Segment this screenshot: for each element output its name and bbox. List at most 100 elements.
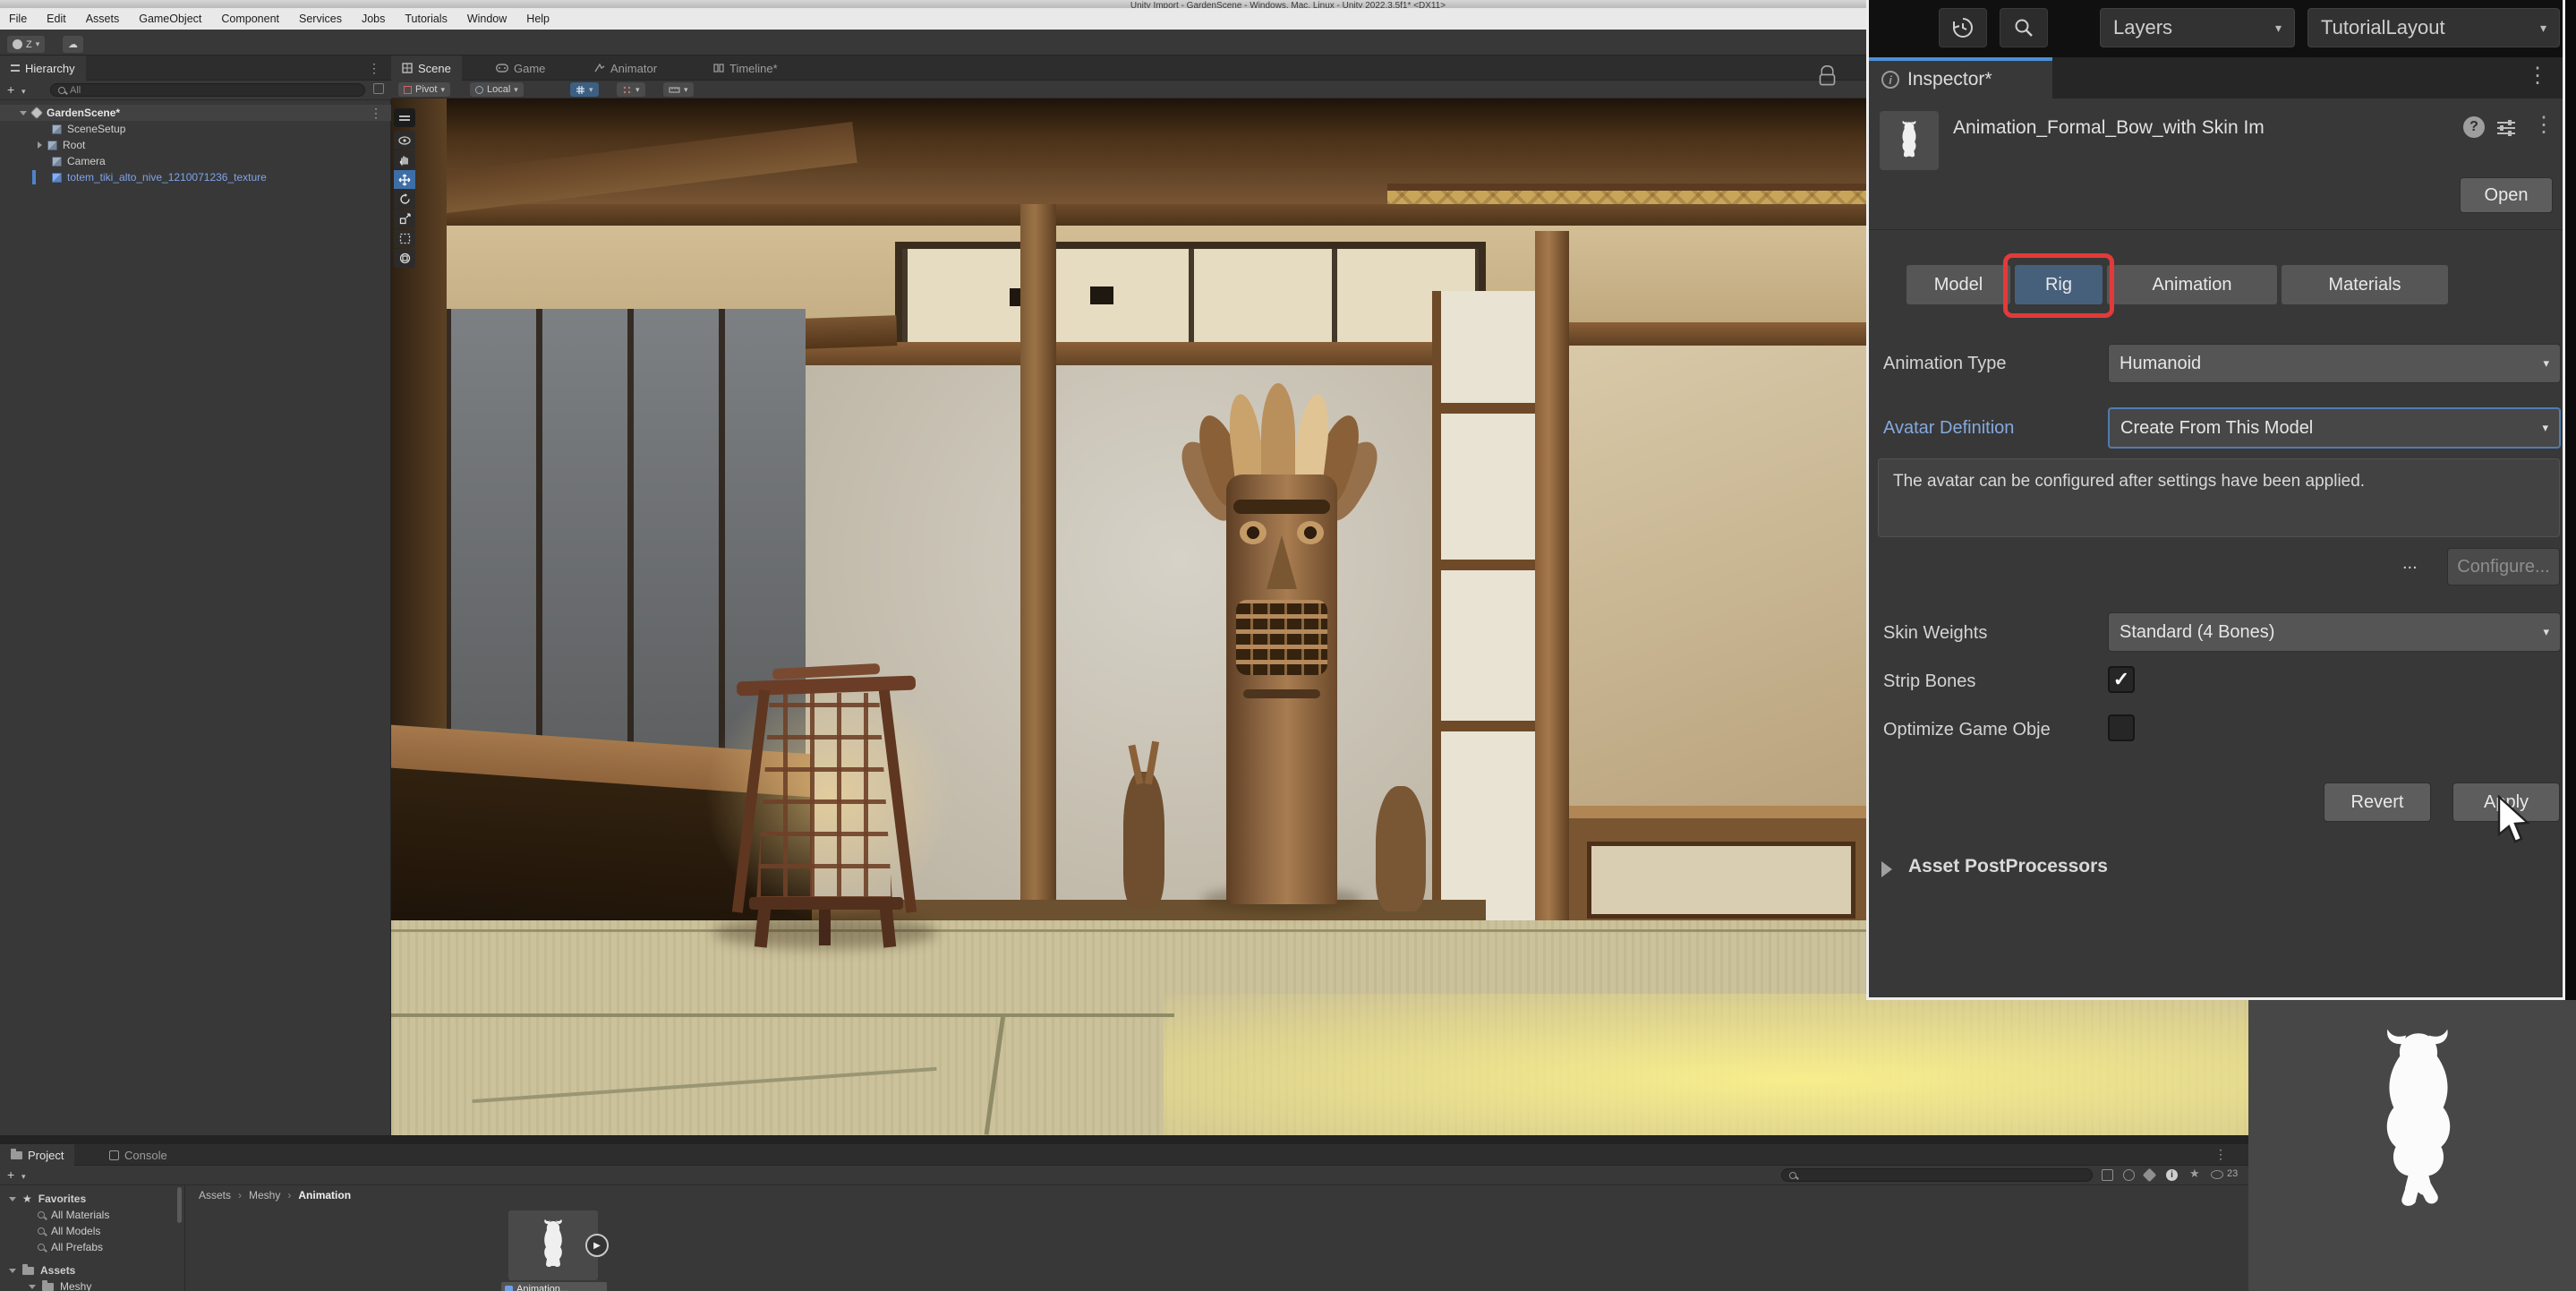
avatar-more-button[interactable]: ...: [2402, 553, 2418, 574]
hierarchy-item-scenesetup[interactable]: SceneSetup: [52, 121, 125, 137]
tab-animator[interactable]: Animator: [584, 56, 668, 81]
lock-icon[interactable]: [1820, 74, 1836, 86]
hierarchy-item-root[interactable]: Root: [38, 137, 85, 153]
avatar-definition-dropdown[interactable]: Create From This Model ▾: [2108, 407, 2561, 449]
breadcrumb-animation[interactable]: Animation: [298, 1189, 351, 1201]
menu-item-tutorials[interactable]: Tutorials: [405, 13, 447, 25]
view-tool-button[interactable]: [394, 131, 415, 150]
menu-item-help[interactable]: Help: [526, 13, 550, 25]
snap-increment-toggle[interactable]: ▾: [617, 82, 645, 97]
foldout-open-icon[interactable]: [20, 111, 27, 115]
account-button[interactable]: Z ▾: [7, 36, 45, 53]
tab-game[interactable]: Game: [485, 56, 556, 81]
kebab-menu-icon[interactable]: ⋮: [2214, 1148, 2227, 1160]
local-toggle[interactable]: Local ▾: [470, 82, 524, 97]
chevron-down-icon: ▾: [36, 39, 40, 49]
tool-settings-toggle[interactable]: ▾: [663, 82, 694, 97]
favorites-item-all-models[interactable]: All Models: [38, 1223, 100, 1239]
breadcrumb-meshy[interactable]: Meshy: [249, 1189, 280, 1201]
eye-icon[interactable]: [2211, 1170, 2223, 1179]
hand-tool-button[interactable]: [394, 150, 415, 169]
favorites-item-all-prefabs[interactable]: All Prefabs: [38, 1239, 103, 1255]
undo-history-button[interactable]: [1939, 8, 1987, 47]
menu-item-jobs[interactable]: Jobs: [362, 13, 385, 25]
tree-scrollbar[interactable]: [177, 1187, 182, 1223]
optimize-game-objects-checkbox[interactable]: [2108, 714, 2135, 741]
tab-console[interactable]: Console: [98, 1144, 178, 1166]
presets-icon[interactable]: [2495, 118, 2517, 138]
add-object-button[interactable]: +: [7, 82, 14, 97]
open-button[interactable]: Open: [2460, 177, 2553, 213]
foldout-closed-icon[interactable]: [1881, 861, 1892, 877]
kebab-menu-icon[interactable]: ⋮: [2527, 65, 2548, 87]
layout-dropdown[interactable]: TutorialLayout ▾: [2307, 8, 2560, 47]
skin-weights-label: Skin Weights: [1883, 623, 1987, 644]
rotate-tool-button[interactable]: [394, 190, 415, 209]
menu-item-services[interactable]: Services: [299, 13, 342, 25]
folder-assets[interactable]: Assets: [9, 1262, 75, 1278]
help-icon[interactable]: ?: [2463, 116, 2485, 138]
kebab-menu-icon[interactable]: ⋮: [2533, 115, 2555, 136]
favorites-label: Favorites: [38, 1193, 86, 1205]
search-by-type-icon[interactable]: [2123, 1169, 2135, 1181]
overlay-handle[interactable]: [394, 108, 415, 127]
configure-button[interactable]: Configure...: [2447, 548, 2560, 586]
folder-meshy[interactable]: Meshy: [29, 1278, 91, 1291]
tab-model[interactable]: Model: [1906, 265, 2010, 304]
grid-snap-toggle[interactable]: ▾: [570, 82, 599, 97]
kebab-menu-icon[interactable]: ⋮: [368, 62, 380, 74]
hierarchy-item-gardenscene[interactable]: GardenScene* ⋮: [0, 105, 391, 121]
hierarchy-item-camera[interactable]: Camera: [52, 153, 106, 169]
menu-item-assets[interactable]: Assets: [86, 13, 120, 25]
project-search-input[interactable]: [1781, 1168, 2093, 1182]
move-tool-button[interactable]: [394, 170, 415, 189]
search-by-label-icon[interactable]: [2143, 1168, 2157, 1183]
gameobject-icon: [52, 124, 62, 134]
global-search-button[interactable]: [2000, 8, 2048, 47]
asset-label[interactable]: Animation...: [501, 1282, 607, 1291]
rect-tool-button[interactable]: [394, 229, 415, 248]
favorites-foldout[interactable]: ★ Favorites: [9, 1191, 86, 1207]
cloud-services-button[interactable]: ☁: [63, 36, 83, 53]
scale-tool-button[interactable]: [394, 209, 415, 228]
asset-postprocessors-foldout[interactable]: Asset PostProcessors: [1908, 856, 2108, 877]
tab-hierarchy[interactable]: Hierarchy: [0, 56, 86, 81]
foldout-closed-icon[interactable]: [38, 141, 42, 149]
rotate-icon: [399, 193, 411, 205]
transform-tool-button[interactable]: [394, 249, 415, 268]
layers-dropdown[interactable]: Layers ▾: [2100, 8, 2295, 47]
menu-item-file[interactable]: File: [9, 13, 27, 25]
tab-animation[interactable]: Animation: [2107, 265, 2277, 304]
tab-materials[interactable]: Materials: [2282, 265, 2448, 304]
skin-weights-dropdown[interactable]: Standard (4 Bones) ▾: [2108, 612, 2561, 652]
favorites-item-all-materials[interactable]: All Materials: [38, 1207, 109, 1223]
menu-item-window[interactable]: Window: [467, 13, 507, 25]
menu-item-gameobject[interactable]: GameObject: [139, 13, 201, 25]
tab-timeline[interactable]: Timeline*: [703, 56, 789, 81]
menu-item-edit[interactable]: Edit: [47, 13, 66, 25]
create-asset-caret-icon[interactable]: ▾: [21, 1172, 26, 1182]
strip-bones-checkbox[interactable]: ✓: [2108, 666, 2135, 693]
tab-scene[interactable]: Scene: [391, 56, 462, 81]
pivot-toggle[interactable]: Pivot ▾: [398, 82, 450, 97]
favorites-filter-icon[interactable]: ★: [2189, 1167, 2200, 1181]
search-icon: [38, 1244, 45, 1251]
breadcrumb-assets[interactable]: Assets: [199, 1189, 231, 1201]
asset-play-button[interactable]: ▶: [585, 1234, 609, 1257]
revert-button[interactable]: Revert: [2324, 782, 2431, 822]
add-object-caret-icon[interactable]: ▾: [21, 87, 26, 97]
search-in-assets-icon[interactable]: [2102, 1169, 2113, 1181]
info-icon[interactable]: i: [2166, 1169, 2178, 1181]
tab-inspector[interactable]: i Inspector*: [1869, 57, 2052, 98]
asset-thumbnail[interactable]: ▶: [508, 1210, 598, 1280]
kebab-menu-icon[interactable]: ⋮: [370, 107, 382, 119]
hierarchy-item-totem[interactable]: totem_tiki_alto_nive_1210071236_texture: [52, 169, 267, 185]
create-asset-button[interactable]: +: [7, 1167, 14, 1182]
tab-project[interactable]: Project: [0, 1144, 74, 1166]
animation-type-dropdown[interactable]: Humanoid ▾: [2108, 344, 2561, 383]
panel-divider[interactable]: [0, 1135, 2576, 1144]
transom-handle: [1090, 286, 1113, 304]
hierarchy-search-input[interactable]: All: [50, 83, 365, 97]
search-options-icon[interactable]: [373, 83, 384, 94]
menu-item-component[interactable]: Component: [221, 13, 279, 25]
